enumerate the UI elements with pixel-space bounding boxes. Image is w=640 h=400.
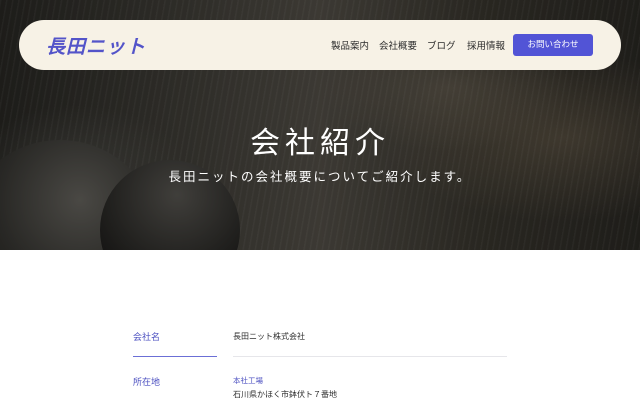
- header-navbar: 長田ニット 製品案内 会社概要 ブログ 採用情報 お問い合わせ: [19, 20, 621, 70]
- row-divider: [233, 356, 507, 357]
- info-label: 会社名: [133, 333, 161, 343]
- nav-link-products[interactable]: 製品案内: [331, 38, 369, 52]
- nav-link-blog[interactable]: ブログ: [427, 38, 456, 52]
- row-divider-accent: [133, 356, 217, 357]
- info-value: 長田ニット株式会社: [233, 332, 305, 341]
- nav-link-recruit[interactable]: 採用情報: [467, 38, 505, 52]
- nav-link-company[interactable]: 会社概要: [379, 38, 417, 52]
- info-value: 石川県かほく市鉢伏ト７番地: [233, 390, 337, 399]
- page-title: 会社紹介: [250, 126, 390, 161]
- info-label: 所在地: [133, 378, 161, 388]
- site-logo[interactable]: 長田ニット: [46, 32, 146, 59]
- contact-button[interactable]: お問い合わせ: [513, 34, 593, 56]
- page-subtitle: 長田ニットの会社概要についてご紹介します。: [168, 169, 472, 184]
- info-sub-label: 本社工場: [233, 376, 263, 385]
